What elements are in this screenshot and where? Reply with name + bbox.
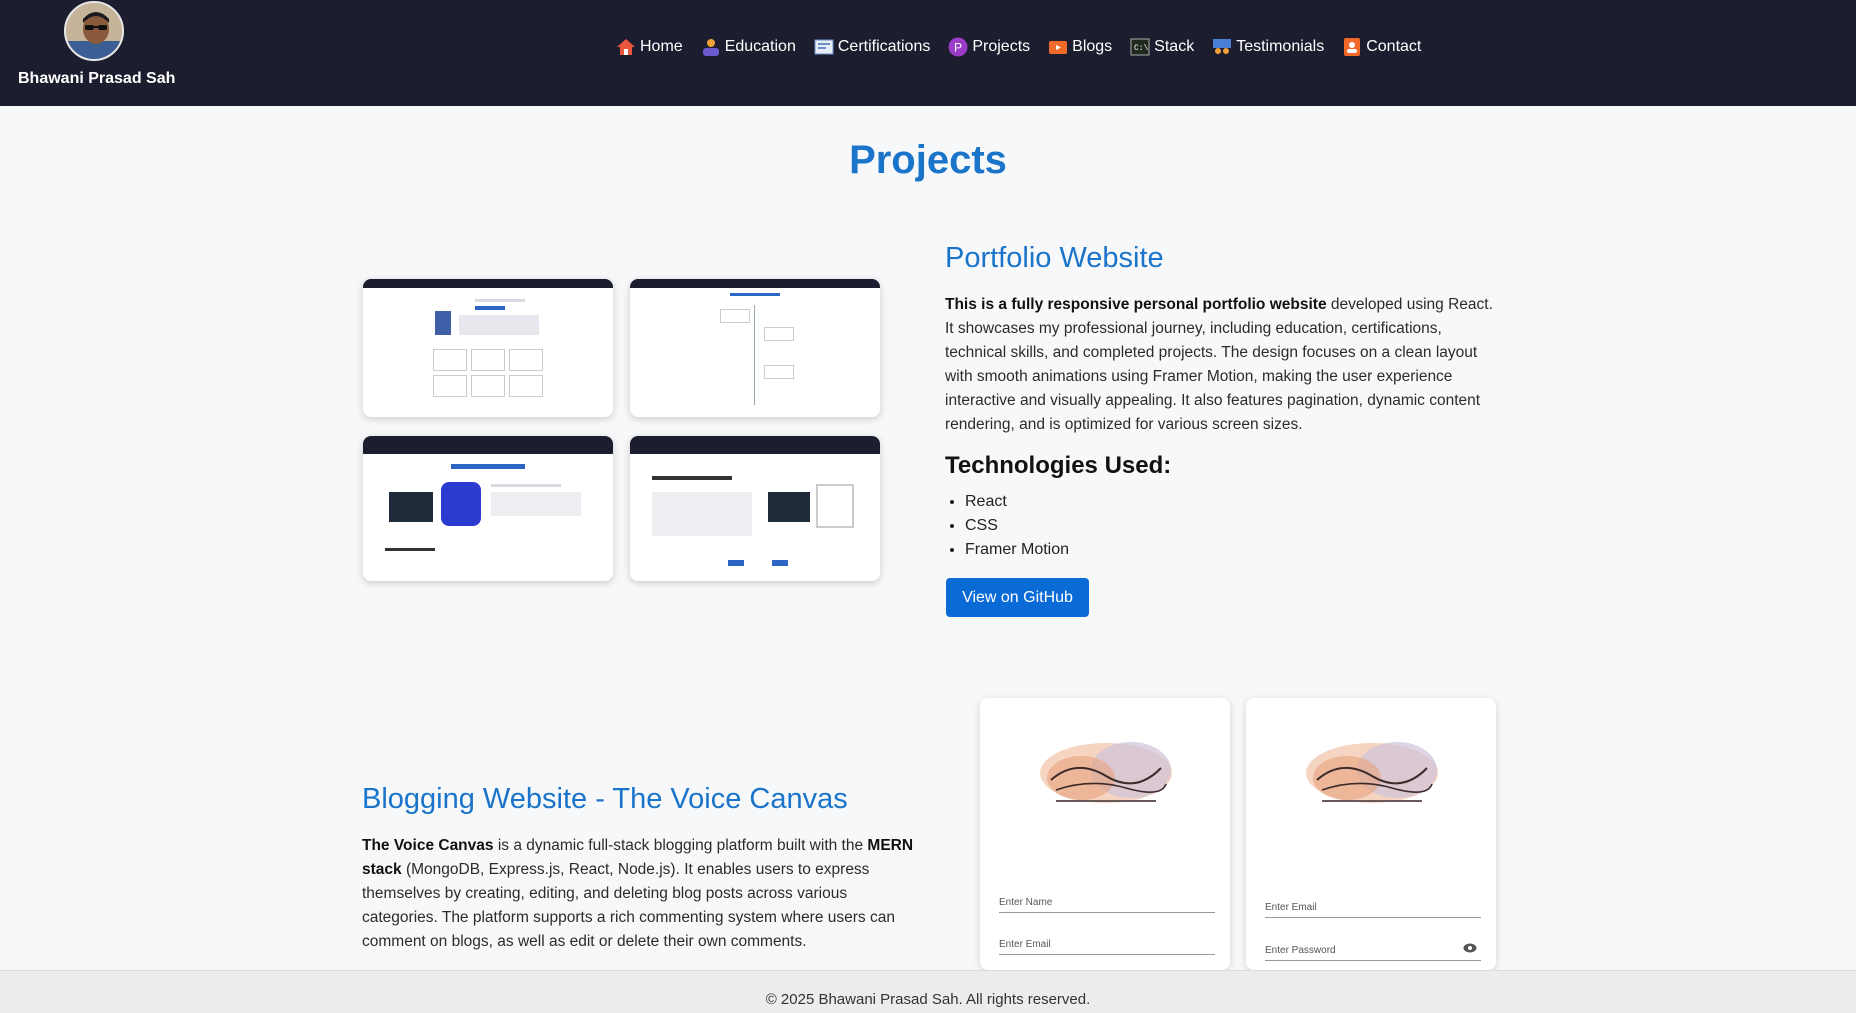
view-on-github-button[interactable]: View on GitHub [946, 578, 1089, 617]
nav-certifications-label: Certifications [837, 38, 931, 55]
nav-blogs[interactable]: Blogs [1048, 37, 1112, 57]
nav-home[interactable]: Home [616, 37, 683, 57]
nav-contact[interactable]: Contact [1342, 37, 1421, 57]
blogs-icon [1048, 37, 1068, 57]
eye-icon[interactable] [1463, 943, 1477, 956]
svg-text:C:\: C:\ [1134, 44, 1149, 53]
nav-blogs-label: Blogs [1072, 38, 1113, 55]
navbar: Bhawani Prasad Sah Home Education Certif… [0, 0, 1856, 106]
list-item: CSS [965, 514, 1069, 538]
portfolio-screenshot-education[interactable] [630, 279, 880, 417]
nav-contact-label: Contact [1366, 38, 1422, 55]
footer-copyright: © 2025 Bhawani Prasad Sah. All rights re… [765, 991, 1091, 1008]
portfolio-screenshot-certifications[interactable] [363, 436, 613, 581]
password-placeholder: Enter Password [1265, 945, 1336, 956]
password-field[interactable]: Enter Password [1265, 933, 1481, 961]
email-field[interactable]: Enter Email [1265, 890, 1481, 918]
project-description: The Voice Canvas is a dynamic full-stack… [362, 834, 922, 954]
projects-icon: P [948, 37, 968, 57]
nav-education[interactable]: Education [701, 37, 796, 57]
voice-canvas-logo [1306, 742, 1438, 803]
project-title: Portfolio Website [945, 242, 1164, 274]
project-description-text: developed using React. It showcases my p… [945, 296, 1493, 433]
portfolio-screenshot-gallery [363, 279, 881, 581]
footer: © 2025 Bhawani Prasad Sah. All rights re… [0, 970, 1856, 1013]
nav-testimonials-label: Testimonials [1236, 38, 1325, 55]
project-description: This is a fully responsive personal port… [945, 293, 1497, 437]
education-icon [701, 37, 721, 57]
list-item: React [965, 490, 1069, 514]
main-nav: Home Education Certifications P Projects… [616, 34, 1439, 60]
portfolio-screenshot-certifications-2[interactable] [630, 436, 880, 581]
voice-canvas-signup-screenshot[interactable]: Enter Name Enter Email [980, 698, 1230, 970]
email-field[interactable]: Enter Email [999, 927, 1215, 955]
project-description-text: (MongoDB, Express.js, React, Node.js). I… [362, 861, 895, 950]
nav-home-label: Home [640, 38, 683, 55]
nav-projects-label: Projects [972, 38, 1031, 55]
testimonials-icon [1212, 37, 1232, 57]
project-title: Blogging Website - The Voice Canvas [362, 783, 848, 815]
project-description-bold: The Voice Canvas [362, 837, 494, 854]
technologies-list: React CSS Framer Motion [965, 490, 1069, 562]
voice-canvas-login-screenshot[interactable]: Enter Email Enter Password [1246, 698, 1496, 970]
nav-projects[interactable]: P Projects [948, 37, 1030, 57]
avatar [64, 1, 124, 61]
name-field[interactable]: Enter Name [999, 885, 1215, 913]
brand-name: Bhawani Prasad Sah [18, 70, 176, 87]
list-item: Framer Motion [965, 538, 1069, 562]
nav-education-label: Education [724, 38, 796, 55]
terminal-icon: C:\ [1130, 37, 1150, 57]
nav-stack[interactable]: C:\ Stack [1130, 37, 1194, 57]
brand[interactable]: Bhawani Prasad Sah [18, 0, 176, 106]
nav-stack-label: Stack [1154, 38, 1195, 55]
nav-testimonials[interactable]: Testimonials [1212, 37, 1324, 57]
home-icon [616, 37, 636, 57]
project-description-text: is a dynamic full-stack blogging platfor… [493, 837, 868, 854]
certificate-icon [814, 37, 834, 57]
portfolio-screenshot-home[interactable] [363, 279, 613, 417]
project-description-bold: This is a fully responsive personal port… [945, 296, 1327, 313]
voice-canvas-logo [1040, 742, 1172, 803]
svg-text:P: P [954, 41, 962, 55]
page-title: Projects [849, 138, 1007, 182]
contact-icon [1342, 37, 1362, 57]
nav-certifications[interactable]: Certifications [814, 37, 930, 57]
technologies-heading: Technologies Used: [945, 452, 1172, 479]
